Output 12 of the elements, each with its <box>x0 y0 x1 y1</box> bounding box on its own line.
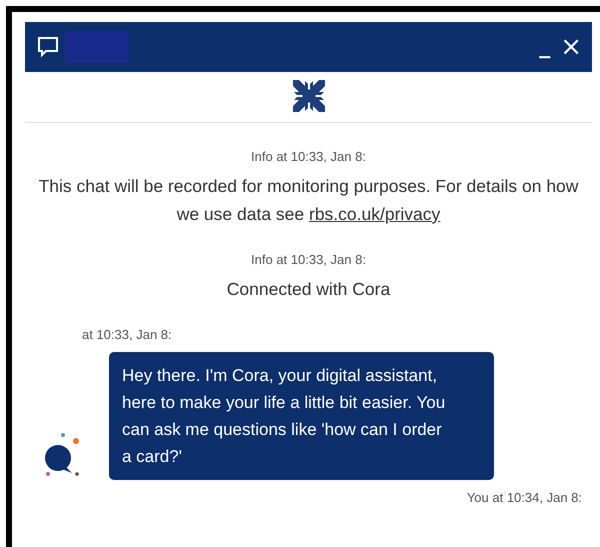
close-button[interactable]: × <box>558 34 584 60</box>
message-timestamp: at 10:33, Jan 8: <box>82 327 173 342</box>
chat-bubble: Hey there. I'm Cora, your digital assistant, here to make your life a little bit easier. You can ask me questions like 'how can I order a card?' <box>109 352 494 480</box>
privacy-link[interactable]: rbs.co.uk/privacy <box>309 204 440 224</box>
info-message: This chat will be recorded for monitoring purposes. For details on how we use data see rbs.co.uk/privacy <box>38 175 578 226</box>
chat-bubble-icon <box>37 36 59 58</box>
info-message: Connected with Cora <box>226 278 392 301</box>
minimize-button[interactable]: _ <box>537 34 552 60</box>
message-timestamp: Info at 10:33, Jan 8: <box>250 149 367 164</box>
message-timestamp: Info at 10:33, Jan 8: <box>250 252 367 267</box>
message-timestamp: You at 10:34, Jan 8: <box>466 490 582 505</box>
logo-icon <box>290 78 326 114</box>
